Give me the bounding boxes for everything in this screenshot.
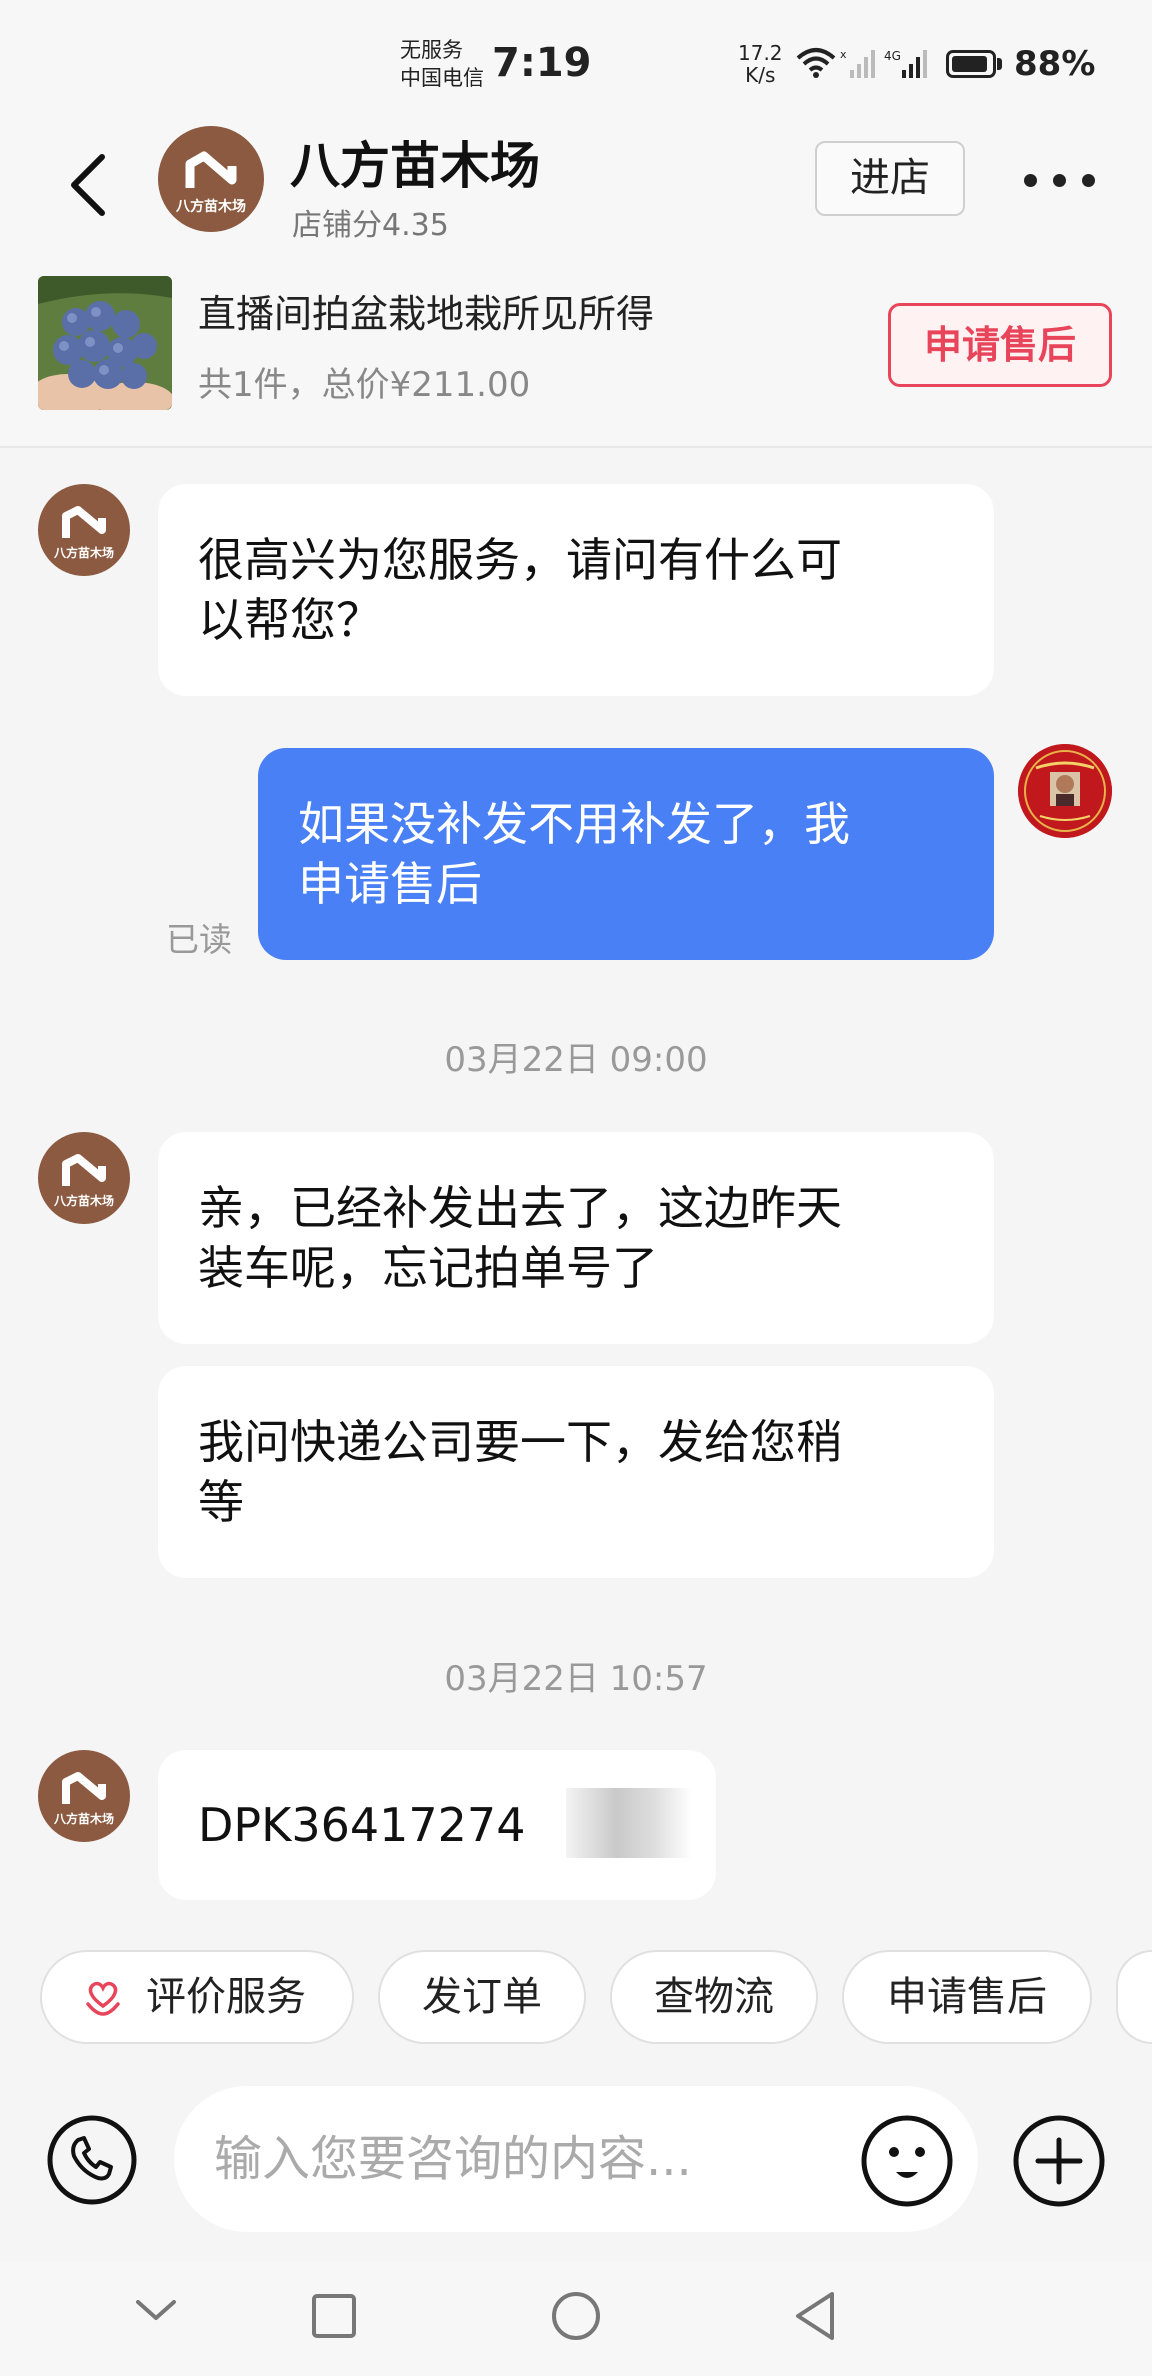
message-line: 等 bbox=[198, 1475, 244, 1529]
message-line: 装车呢，忘记拍单号了 bbox=[198, 1241, 658, 1295]
battery-fill bbox=[952, 56, 987, 72]
nav-back-icon[interactable] bbox=[792, 2290, 838, 2342]
shop-avatar[interactable]: 八方苗木场 bbox=[38, 1750, 130, 1842]
more-dot bbox=[1082, 174, 1095, 187]
wifi-icon bbox=[796, 48, 836, 78]
shop-score: 店铺分4.35 bbox=[292, 208, 449, 243]
send-order-chip[interactable]: 发订单 bbox=[378, 1950, 586, 2044]
clock: 7:19 bbox=[492, 40, 592, 86]
shop-logo-icon bbox=[62, 1772, 106, 1804]
shop-logo-icon bbox=[62, 506, 106, 538]
after-sale-chip[interactable]: 申请售后 bbox=[842, 1950, 1092, 2044]
redaction-blur bbox=[566, 1788, 692, 1858]
shop-avatar-label: 八方苗木场 bbox=[53, 1812, 114, 1826]
message-bubble[interactable]: DPK36417274 bbox=[158, 1750, 716, 1900]
shop-avatar-label: 八方苗木场 bbox=[176, 199, 246, 215]
chevron-left-icon[interactable] bbox=[60, 145, 120, 225]
speed-value: 17.2 bbox=[738, 41, 783, 65]
shop-name: 八方苗木场 bbox=[290, 137, 540, 195]
battery-icon bbox=[946, 50, 996, 78]
svg-text:x: x bbox=[840, 48, 847, 61]
shop-avatar[interactable]: 八方苗木场 bbox=[158, 126, 264, 232]
emoji-icon[interactable] bbox=[860, 2114, 954, 2208]
blueberry-image bbox=[38, 276, 172, 410]
plus-icon[interactable] bbox=[1012, 2114, 1106, 2208]
timestamp: 03月22日 10:57 bbox=[444, 1659, 708, 1699]
shop-logo-icon bbox=[62, 1154, 106, 1186]
more-dot bbox=[1024, 174, 1037, 187]
phone-icon[interactable] bbox=[46, 2114, 138, 2206]
product-price-summary: 共1件，总价¥211.00 bbox=[198, 365, 531, 405]
product-title: 直播间拍盆栽地栽所见所得 bbox=[198, 292, 655, 336]
more-chip-partial[interactable] bbox=[1116, 1950, 1152, 2044]
heart-hands-icon bbox=[86, 1981, 120, 2016]
nav-home-icon[interactable] bbox=[550, 2290, 602, 2342]
message-line: 我问快递公司要一下，发给您稍 bbox=[198, 1415, 842, 1469]
message-input[interactable] bbox=[174, 2086, 978, 2232]
service-status: 无服务 bbox=[400, 38, 463, 62]
message-line: 如果没补发不用补发了，我 bbox=[298, 797, 850, 851]
signal-4g-icon: 4G bbox=[884, 49, 927, 78]
track-logistics-chip[interactable]: 查物流 bbox=[610, 1950, 818, 2044]
nav-hide-icon[interactable] bbox=[134, 2296, 178, 2326]
more-dots-icon[interactable] bbox=[1024, 166, 1096, 194]
after-sale-button[interactable]: 申请售后 bbox=[888, 303, 1112, 387]
nav-recents-icon[interactable] bbox=[310, 2292, 358, 2340]
shop-logo-icon bbox=[185, 151, 237, 188]
shop-avatar[interactable]: 八方苗木场 bbox=[38, 484, 130, 576]
timestamp: 03月22日 09:00 bbox=[444, 1040, 708, 1080]
battery-tip bbox=[997, 58, 1002, 70]
shop-avatar-label: 八方苗木场 bbox=[53, 1194, 114, 1208]
user-avatar-image bbox=[1018, 744, 1112, 838]
chip-label: 评价服务 bbox=[146, 1974, 306, 2020]
network-type: 4G bbox=[884, 49, 901, 63]
battery-percent: 88% bbox=[1014, 44, 1096, 84]
carrier-name: 中国电信 bbox=[400, 66, 484, 90]
message-line: 很高兴为您服务，请问有什么可 bbox=[198, 533, 842, 587]
rate-service-chip[interactable]: 评价服务 bbox=[40, 1950, 354, 2044]
message-line: 申请售后 bbox=[298, 857, 482, 911]
shop-avatar-label: 八方苗木场 bbox=[53, 546, 114, 560]
shop-avatar[interactable]: 八方苗木场 bbox=[38, 1132, 130, 1224]
message-line: 以帮您？ bbox=[198, 593, 382, 647]
signal-no-service-icon: x bbox=[840, 48, 875, 78]
user-avatar[interactable] bbox=[1018, 744, 1112, 838]
message-bubble[interactable]: 亲，已经补发出去了，这边昨天 装车呢，忘记拍单号了 bbox=[158, 1132, 994, 1344]
carrier-info: 无服务 中国电信 bbox=[400, 36, 484, 92]
network-speed: 17.2 K/s bbox=[738, 42, 783, 86]
message-line: 亲，已经补发出去了，这边昨天 bbox=[198, 1181, 842, 1235]
speed-unit: K/s bbox=[745, 63, 776, 87]
read-status: 已读 bbox=[166, 920, 232, 959]
message-bubble[interactable]: 很高兴为您服务，请问有什么可 以帮您？ bbox=[158, 484, 994, 696]
message-bubble[interactable]: 我问快递公司要一下，发给您稍 等 bbox=[158, 1366, 994, 1578]
enter-shop-button[interactable]: 进店 bbox=[815, 141, 965, 216]
product-thumbnail[interactable] bbox=[38, 276, 172, 410]
message-bubble-outgoing[interactable]: 如果没补发不用补发了，我 申请售后 bbox=[258, 748, 994, 960]
more-dot bbox=[1053, 174, 1066, 187]
